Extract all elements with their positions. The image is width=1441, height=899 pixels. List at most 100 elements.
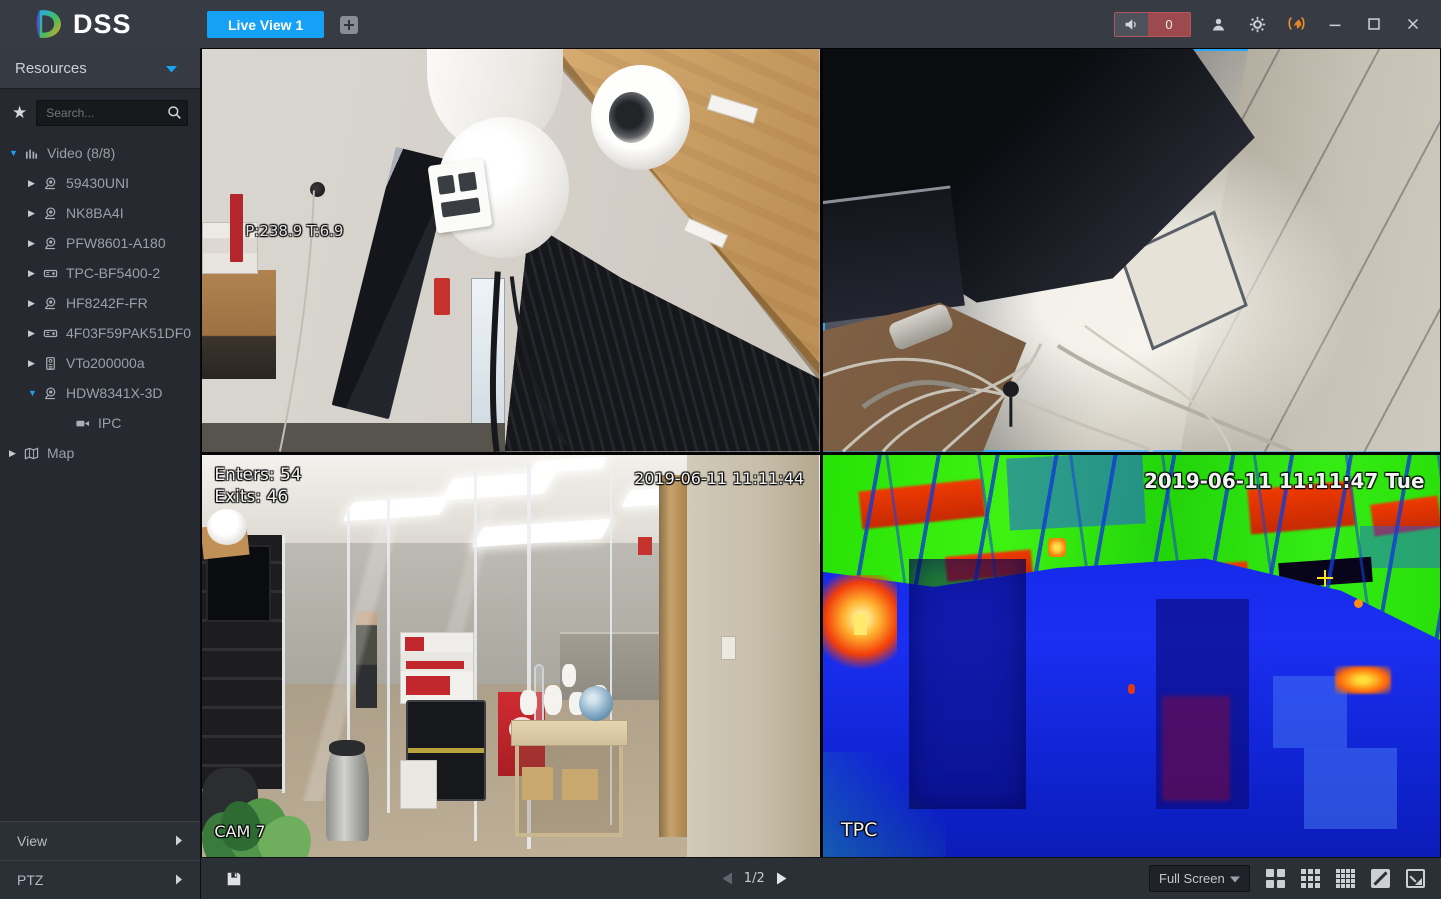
people-count-exits-osd: Exits: 46 (214, 486, 289, 507)
chevron-right-icon[interactable]: ▶ (28, 358, 43, 369)
video-pane-desk[interactable] (822, 49, 1440, 452)
tree-item-tpc-bf5400-2[interactable]: ▶ TPC-BF5400-2 (0, 258, 200, 288)
vto-icon (43, 356, 66, 371)
tree-item-label: VTo200000a (66, 355, 145, 371)
ptz-position-osd: P:238.9 T:6.9 (245, 222, 344, 241)
chevron-right-icon (175, 872, 183, 888)
video-grid: P:238.9 T:6.9 Enters: 54 Exits: 46 2019-… (201, 48, 1441, 857)
video-pane-office[interactable]: Enters: 54 Exits: 46 2019-06-11 11:11:44… (202, 454, 820, 857)
chevron-down-icon[interactable]: ▼ (9, 148, 24, 158)
user-account-button[interactable] (1206, 12, 1230, 36)
tree-item-label: HF8242F-FR (66, 295, 148, 311)
chevron-right-icon[interactable]: ▶ (9, 448, 24, 459)
tree-item-label: IPC (98, 415, 122, 431)
layout-controls: Full Screen (1149, 865, 1441, 892)
chevron-right-icon[interactable]: ▶ (28, 208, 43, 219)
screen-mode-value: Full Screen (1159, 871, 1225, 886)
ptz-panel-header[interactable]: PTZ (0, 860, 200, 899)
resources-sidebar: Resources ★ ▼ Video (8/8) ▶ 59430UNI ▶ NK8BA4… (0, 48, 201, 899)
video-pane-thermal[interactable]: 2019-06-11 11:11:47 Tue TPC (822, 454, 1440, 857)
tree-item-video-8-8[interactable]: ▼ Video (8/8) (0, 138, 200, 168)
live-view-area: P:238.9 T:6.9 Enters: 54 Exits: 46 2019-… (201, 48, 1441, 899)
chevron-down-icon[interactable]: ▼ (28, 388, 43, 398)
alarm-center-button[interactable]: 0 (1114, 11, 1191, 37)
grid-3x3-icon (1301, 869, 1320, 888)
tree-item-label: 4F03F59PAK51DF0 (66, 325, 192, 341)
map-icon (24, 446, 47, 461)
sidebar-bottom-panels: View PTZ (0, 821, 200, 899)
camera-name-osd: TPC (841, 818, 878, 841)
tree-item-59430uni[interactable]: ▶ 59430UNI (0, 168, 200, 198)
matrix-icon (24, 146, 47, 161)
close-button[interactable] (1401, 12, 1425, 36)
chevron-right-icon[interactable]: ▶ (28, 298, 43, 309)
tree-item-nk8ba4i[interactable]: ▶ NK8BA4I (0, 198, 200, 228)
timestamp-osd: 2019-06-11 11:11:47 Tue (1143, 468, 1425, 493)
resources-panel-header[interactable]: Resources (0, 48, 200, 89)
chevron-right-icon[interactable]: ▶ (28, 268, 43, 279)
people-count-enters-osd: Enters: 54 (214, 464, 302, 485)
minimize-button[interactable] (1323, 12, 1347, 36)
thermal-camera-icon (43, 326, 66, 341)
view-panel-header[interactable]: View (0, 821, 200, 860)
search-icon[interactable] (167, 105, 182, 125)
tab-live-view-1[interactable]: Live View 1 (207, 11, 325, 38)
resources-title: Resources (15, 59, 87, 77)
tree-item-hdw8341x-3d[interactable]: ▼ HDW8341X-3D (0, 378, 200, 408)
thermal-crosshair-icon (1316, 569, 1333, 586)
thermal-camera-icon (43, 266, 66, 281)
grid-4x4-icon (1336, 869, 1355, 888)
settings-button[interactable] (1245, 12, 1269, 36)
tree-item-map[interactable]: ▶ Map (0, 438, 200, 468)
alarm-count-badge: 0 (1148, 12, 1190, 36)
thermal-hotspot (822, 575, 897, 672)
ptz-panel-label: PTZ (17, 872, 44, 888)
tree-item-label: HDW8341X-3D (66, 385, 163, 401)
add-tab-button[interactable] (340, 16, 358, 34)
trash-can (325, 740, 369, 841)
favorites-star-icon[interactable]: ★ (12, 104, 27, 121)
tree-item-ipc[interactable]: IPC (0, 408, 200, 438)
chevron-right-icon[interactable]: ▶ (28, 238, 43, 249)
timestamp-osd: 2019-06-11 11:11:44 (634, 468, 805, 488)
video-pane-camera-wall[interactable]: P:238.9 T:6.9 (202, 49, 820, 452)
chevron-right-icon (175, 833, 183, 849)
titlebar: DSS Live View 1 0 (0, 0, 1441, 48)
ipc-camera-icon (75, 416, 98, 431)
live-view-toolbar: 1/2 Full Screen (201, 857, 1441, 899)
chevron-right-icon (776, 872, 787, 885)
next-page-button[interactable] (776, 872, 787, 885)
minimize-icon (1329, 24, 1341, 27)
maximize-icon (1368, 18, 1380, 30)
custom-split-button[interactable] (1371, 869, 1390, 888)
performance-monitor-button[interactable] (1284, 12, 1308, 36)
fullscreen-button[interactable] (1406, 869, 1425, 888)
search-input[interactable] (36, 99, 188, 126)
maximize-button[interactable] (1362, 12, 1386, 36)
screen-mode-select[interactable]: Full Screen (1149, 865, 1250, 892)
grid-2x2-icon (1266, 869, 1285, 888)
device-tree: ▼ Video (8/8) ▶ 59430UNI ▶ NK8BA4I ▶ PFW8601-A1… (0, 136, 200, 468)
tree-item-label: 59430UNI (66, 175, 130, 191)
chevron-right-icon[interactable]: ▶ (28, 178, 43, 189)
tree-item-vto200000a[interactable]: ▶ VTo200000a (0, 348, 200, 378)
tree-item-label: Video (8/8) (47, 145, 116, 161)
layout-16-split-button[interactable] (1336, 869, 1355, 888)
page-navigation: 1/2 (722, 871, 787, 886)
tree-item-hf8242f-fr[interactable]: ▶ HF8242F-FR (0, 288, 200, 318)
layout-9-split-button[interactable] (1301, 869, 1320, 888)
globe (578, 685, 614, 722)
tree-item-4f03f59pak51df0[interactable]: ▶ 4F03F59PAK51DF0 (0, 318, 200, 348)
search-box (36, 99, 188, 126)
previous-page-button[interactable] (722, 872, 733, 885)
save-view-button[interactable] (225, 870, 243, 888)
plant (202, 772, 326, 857)
layout-4-split-button[interactable] (1266, 869, 1285, 888)
page-indicator: 1/2 (743, 871, 765, 886)
search-row: ★ (0, 89, 200, 136)
user-icon (1212, 18, 1224, 30)
tree-item-pfw8601-a180[interactable]: ▶ PFW8601-A180 (0, 228, 200, 258)
titlebar-controls: 0 (1114, 11, 1441, 37)
chevron-right-icon[interactable]: ▶ (28, 328, 43, 339)
camera-name-osd: CAM 7 (214, 821, 266, 841)
